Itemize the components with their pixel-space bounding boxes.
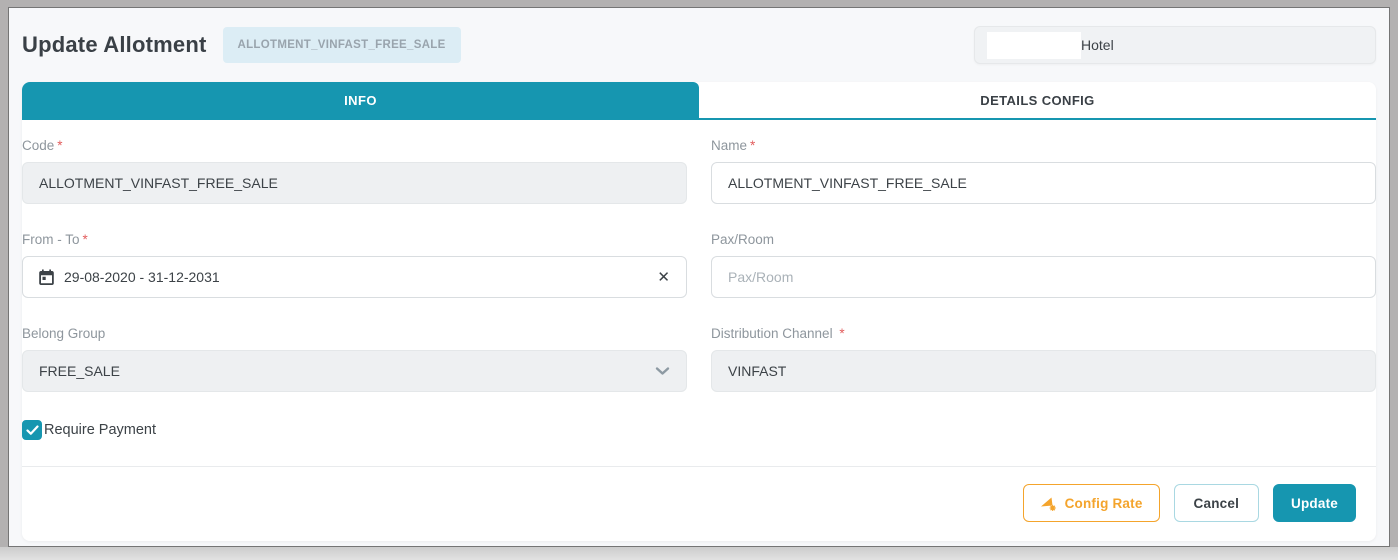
window-frame-bottom (0, 547, 1398, 560)
required-asterisk: * (750, 138, 755, 153)
cancel-button[interactable]: Cancel (1174, 484, 1259, 522)
calendar-icon (39, 269, 54, 285)
allotment-card: INFO DETAILS CONFIG Code* From - To* (22, 82, 1376, 541)
from-to-field-group: From - To* 29-08-2020 - 31-12-2031 ✕ (22, 232, 687, 298)
update-button[interactable]: Update (1273, 484, 1356, 522)
tab-info[interactable]: INFO (22, 82, 699, 118)
name-input[interactable] (711, 162, 1376, 204)
name-field-group: Name* (711, 138, 1376, 204)
require-payment-toggle[interactable]: Require Payment (22, 420, 687, 440)
require-payment-checkbox[interactable] (22, 420, 42, 440)
form-column-left: Code* From - To* 29-08-2020 - 31-12-2031… (22, 138, 687, 466)
required-asterisk: * (57, 138, 62, 153)
distribution-channel-field-group: Distribution Channel * (711, 326, 1376, 392)
config-rate-button[interactable]: Config Rate (1023, 484, 1160, 522)
required-asterisk: * (839, 326, 844, 341)
code-label: Code* (22, 138, 687, 153)
pax-room-field-group: Pax/Room (711, 232, 1376, 298)
belong-group-select[interactable]: FREE_SALE (22, 350, 687, 392)
tab-bar: INFO DETAILS CONFIG (22, 82, 1376, 120)
belong-group-field-group: Belong Group FREE_SALE (22, 326, 687, 392)
tab-details-config[interactable]: DETAILS CONFIG (699, 82, 1376, 118)
hotel-selector[interactable]: Hotel (974, 26, 1376, 64)
distribution-channel-label: Distribution Channel * (711, 326, 1376, 341)
code-input (22, 162, 687, 204)
code-field-group: Code* (22, 138, 687, 204)
belong-group-label: Belong Group (22, 326, 687, 341)
date-range-input[interactable]: 29-08-2020 - 31-12-2031 ✕ (22, 256, 687, 298)
config-rate-label: Config Rate (1065, 496, 1143, 511)
belong-group-value: FREE_SALE (39, 363, 645, 379)
clear-date-icon[interactable]: ✕ (657, 270, 670, 285)
chevron-down-icon (655, 366, 670, 376)
from-to-label: From - To* (22, 232, 687, 247)
form-column-right: Name* Pax/Room Distribution Channel * (711, 138, 1376, 466)
required-asterisk: * (83, 232, 88, 247)
redacted-hotel-name (987, 32, 1081, 59)
pax-room-label: Pax/Room (711, 232, 1376, 247)
footer-actions: Config Rate Cancel Update (22, 467, 1376, 541)
allotment-form: Code* From - To* 29-08-2020 - 31-12-2031… (22, 120, 1376, 466)
app-window: Update Allotment ALLOTMENT_VINFAST_FREE_… (8, 7, 1390, 547)
config-rate-icon (1040, 496, 1057, 511)
name-label: Name* (711, 138, 1376, 153)
require-payment-label: Require Payment (44, 422, 156, 438)
pax-room-input[interactable] (711, 256, 1376, 298)
allotment-code-badge: ALLOTMENT_VINFAST_FREE_SALE (223, 27, 461, 63)
page-header: Update Allotment ALLOTMENT_VINFAST_FREE_… (22, 8, 1376, 82)
distribution-channel-input (711, 350, 1376, 392)
date-range-value: 29-08-2020 - 31-12-2031 (64, 269, 647, 285)
page-title: Update Allotment (22, 32, 207, 58)
hotel-label: Hotel (1081, 37, 1114, 53)
